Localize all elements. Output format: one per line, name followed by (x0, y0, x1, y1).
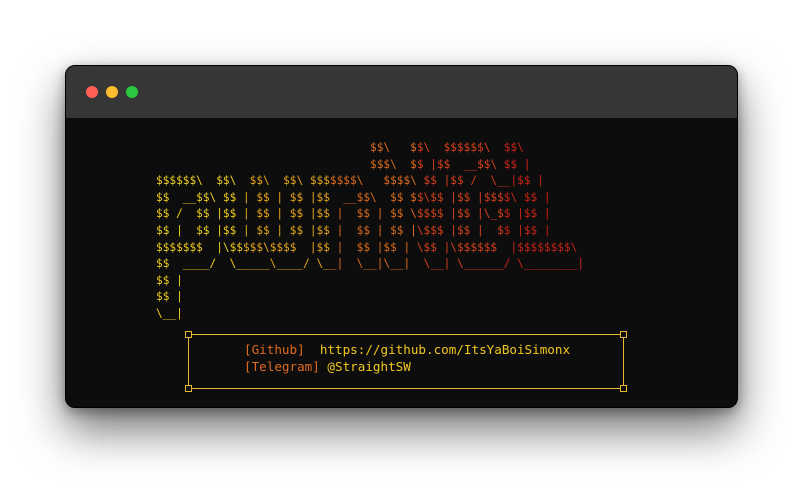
ascii-art-line: $$\ $$\ $$$$$$\ $$\ (370, 141, 524, 154)
minimize-button[interactable] (106, 86, 118, 98)
github-label: [Github] (244, 342, 305, 357)
box-corner (185, 331, 192, 338)
maximize-button[interactable] (126, 86, 138, 98)
ascii-art-line: $$$$$$$ |\$$$$$\$$$$ |$$ | $$ |$$ | \$$ … (156, 240, 578, 254)
ascii-art-line: $$ | (156, 273, 183, 287)
ascii-art-line: $$ __$$\ $$ | $$ | $$ |$$ __$$\ $$ $$\$$… (156, 190, 551, 204)
box-corner (185, 385, 192, 392)
github-link[interactable]: https://github.com/ItsYaBoiSimonx (320, 342, 570, 357)
ascii-art-line: $$$$$$\ $$\ $$\ $$\ $$$$$$$\ $$$$\ $$ |$… (156, 174, 544, 188)
terminal-window: $$\ $$\ $$$$$$\ $$\ $$$\ $$ |$$ __$$\ $$… (65, 65, 738, 408)
ascii-art-logo: $$\ $$\ $$$$$$\ $$\ $$$\ $$ |$$ __$$\ $$… (156, 140, 584, 323)
ascii-art-line: $$$\ $$ |$$ __$$\ $$ | (370, 157, 531, 171)
info-box: [Github] https://github.com/ItsYaBoiSimo… (185, 331, 627, 392)
github-line: [Github] https://github.com/ItsYaBoiSimo… (244, 342, 570, 357)
box-corner (620, 331, 627, 338)
ascii-art-line: $$ | (156, 290, 183, 304)
telegram-handle: @StraightSW (327, 359, 411, 374)
box-corner (620, 385, 627, 392)
terminal-output: $$\ $$\ $$$$$$\ $$\ $$$\ $$ |$$ __$$\ $$… (66, 118, 737, 407)
ascii-art-line: \__| (156, 306, 183, 320)
title-bar (66, 66, 737, 118)
ascii-art-line: $$ ____/ \_____\____/ \__| \__|\__| \__|… (156, 257, 584, 271)
telegram-label: [Telegram] (244, 359, 320, 374)
ascii-art-line: $$ | $$ |$$ | $$ | $$ |$$ | $$ | $$ |\$$… (156, 223, 551, 237)
ascii-art-line: $$ / $$ |$$ | $$ | $$ |$$ | $$ | $$ \$$$… (156, 207, 551, 221)
close-button[interactable] (86, 86, 98, 98)
telegram-line: [Telegram] @StraightSW (244, 359, 411, 374)
